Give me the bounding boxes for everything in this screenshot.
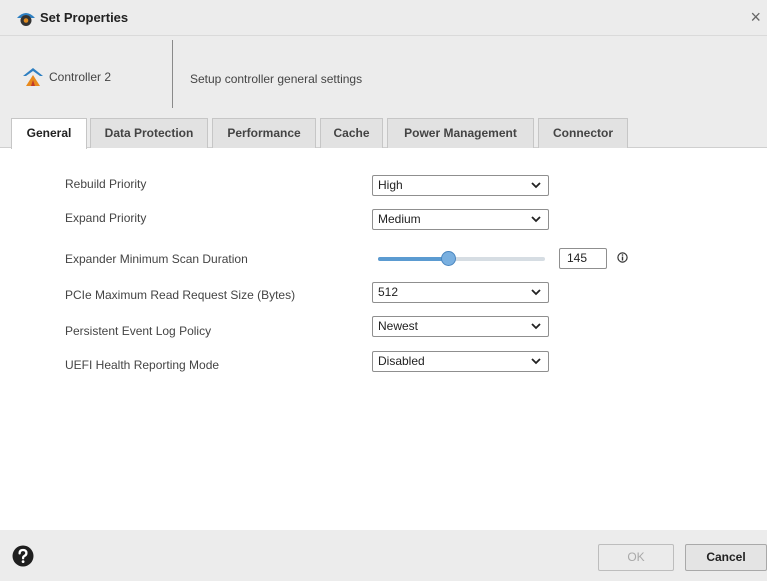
chevron-down-icon bbox=[531, 323, 541, 330]
scan-duration-input[interactable]: 145 bbox=[559, 248, 607, 269]
info-icon[interactable] bbox=[617, 252, 628, 263]
tab-data-protection[interactable]: Data Protection bbox=[90, 118, 208, 148]
cancel-button[interactable]: Cancel bbox=[685, 544, 767, 571]
expand-priority-select[interactable]: Medium bbox=[372, 209, 549, 230]
tab-power-management[interactable]: Power Management bbox=[387, 118, 534, 148]
uefi-health-select[interactable]: Disabled bbox=[372, 351, 549, 372]
rebuild-priority-select[interactable]: High bbox=[372, 175, 549, 196]
chevron-down-icon bbox=[531, 358, 541, 365]
chevron-down-icon bbox=[531, 216, 541, 223]
scan-duration-label: Expander Minimum Scan Duration bbox=[65, 252, 248, 266]
gear-icon bbox=[17, 13, 35, 26]
dialog-header: Controller 2 Setup controller general se… bbox=[0, 36, 767, 112]
uefi-health-value: Disabled bbox=[378, 354, 425, 368]
scan-duration-slider[interactable] bbox=[378, 251, 545, 266]
pcie-read-request-value: 512 bbox=[378, 285, 399, 299]
controller-icon bbox=[23, 68, 43, 86]
chevron-down-icon bbox=[531, 182, 541, 189]
tab-connector[interactable]: Connector bbox=[538, 118, 628, 148]
tab-general[interactable]: General bbox=[11, 118, 87, 149]
tab-bar: General Data Protection Performance Cach… bbox=[0, 112, 767, 149]
window-title: Set Properties bbox=[40, 10, 129, 25]
pcie-read-request-select[interactable]: 512 bbox=[372, 282, 549, 303]
rebuild-priority-label: Rebuild Priority bbox=[65, 177, 147, 191]
slider-thumb[interactable] bbox=[441, 251, 457, 266]
pcie-read-request-label: PCIe Maximum Read Request Size (Bytes) bbox=[65, 288, 296, 302]
uefi-health-label: UEFI Health Reporting Mode bbox=[65, 358, 220, 372]
slider-fill bbox=[378, 257, 449, 261]
chevron-down-icon bbox=[531, 289, 541, 296]
expand-priority-label: Expand Priority bbox=[65, 211, 147, 225]
close-icon[interactable]: × bbox=[750, 8, 761, 26]
expand-priority-value: Medium bbox=[378, 212, 421, 226]
header-description: Setup controller general settings bbox=[190, 72, 363, 86]
tab-cache[interactable]: Cache bbox=[320, 118, 383, 148]
rebuild-priority-value: High bbox=[378, 178, 403, 192]
event-log-policy-label: Persistent Event Log Policy bbox=[65, 324, 212, 338]
header-divider bbox=[172, 40, 173, 108]
controller-name: Controller 2 bbox=[49, 70, 112, 84]
event-log-policy-value: Newest bbox=[378, 319, 419, 333]
event-log-policy-select[interactable]: Newest bbox=[372, 316, 549, 337]
tab-performance[interactable]: Performance bbox=[212, 118, 316, 148]
help-icon[interactable] bbox=[12, 545, 34, 567]
dialog-footer: OK Cancel bbox=[0, 530, 767, 581]
title-bar: Set Properties × bbox=[0, 0, 767, 36]
ok-button[interactable]: OK bbox=[598, 544, 674, 571]
